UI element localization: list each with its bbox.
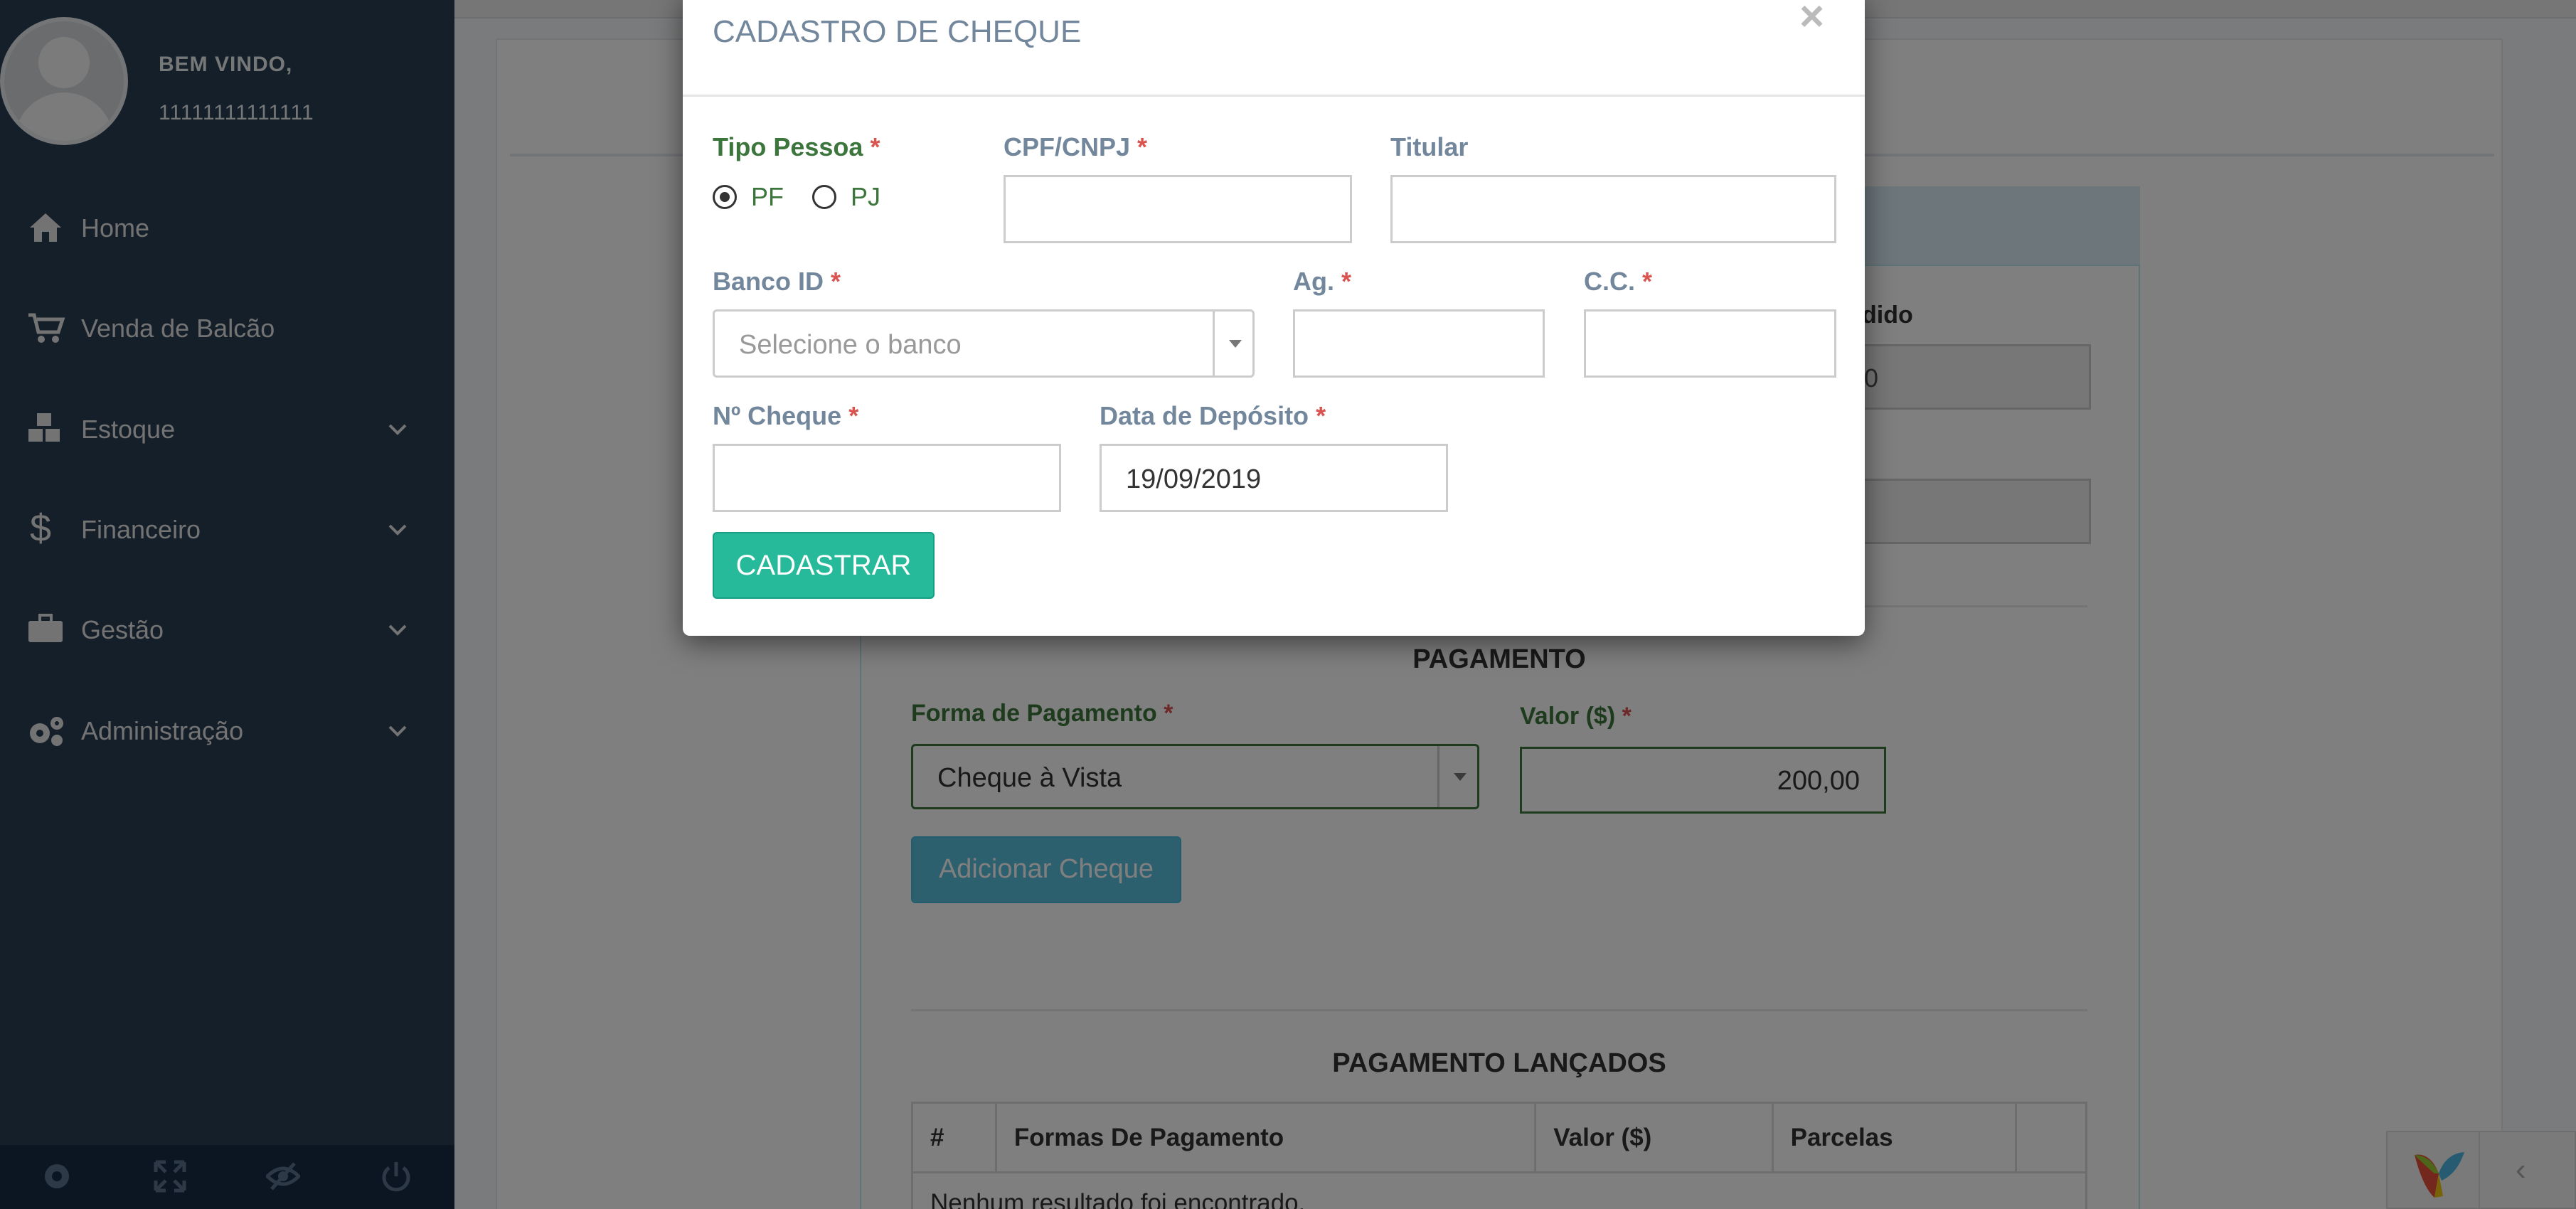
banco-placeholder: Selecione o banco <box>739 330 962 360</box>
cheque-label: Nº Cheque * <box>713 401 859 430</box>
cpf-label: CPF/CNPJ * <box>1004 132 1148 161</box>
cheque-input[interactable] <box>713 444 1061 512</box>
radio-pf[interactable] <box>713 185 737 209</box>
modal-header: CADASTRO DE CHEQUE × <box>683 0 1865 97</box>
data-deposito-input[interactable]: 19/09/2019 <box>1100 444 1448 512</box>
radio-pf-label: PF <box>751 182 784 211</box>
agencia-label: Ag. * <box>1293 267 1352 296</box>
modal-title: CADASTRO DE CHEQUE <box>713 14 1082 49</box>
conta-label: C.C. * <box>1584 267 1653 296</box>
caret-down-icon <box>1213 311 1252 376</box>
data-deposito-label: Data de Depósito * <box>1100 401 1326 430</box>
cadastrar-button[interactable]: CADASTRAR <box>713 532 935 599</box>
tipo-pessoa-label: Tipo Pessoa * <box>713 132 880 161</box>
titular-input[interactable] <box>1390 175 1836 243</box>
conta-input[interactable] <box>1584 309 1836 378</box>
agencia-input[interactable] <box>1293 309 1545 378</box>
cpf-input[interactable] <box>1004 175 1352 243</box>
close-icon[interactable]: × <box>1799 0 1824 41</box>
banco-select[interactable]: Selecione o banco <box>713 309 1255 378</box>
banco-label: Banco ID * <box>713 267 841 296</box>
radio-pj-label: PJ <box>851 182 881 211</box>
cadastro-cheque-modal: CADASTRO DE CHEQUE × Tipo Pessoa * PF PJ… <box>683 0 1865 636</box>
radio-pj[interactable] <box>812 185 836 209</box>
titular-label: Titular <box>1390 132 1469 161</box>
